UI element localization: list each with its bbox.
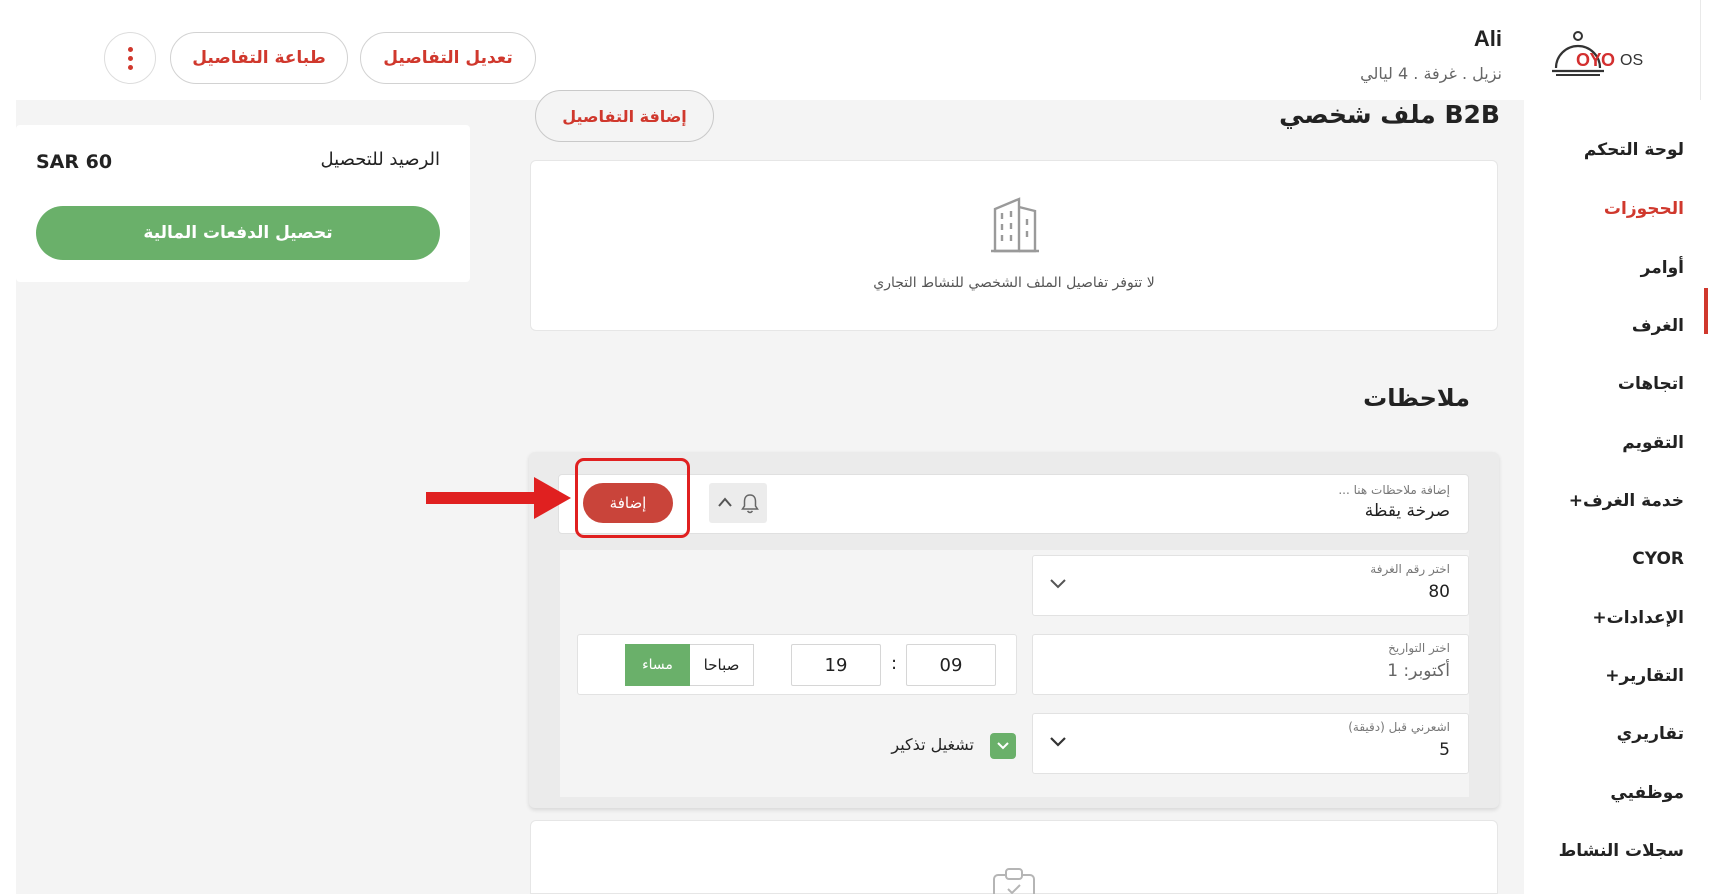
date-picker-value: أكتوبر: 1	[1387, 661, 1450, 681]
kebab-menu-icon	[127, 46, 133, 52]
notes-section-title: ملاحظات	[1363, 384, 1470, 412]
notify-before-value: 5	[1439, 740, 1450, 760]
time-picker: 09 : 19 صباحا مساء	[577, 634, 1017, 695]
sidebar-item-bookings[interactable]: الحجوزات	[1604, 199, 1684, 219]
b2b-profile-card: لا تتوفر تفاصيل الملف الشخصي للنشاط التج…	[530, 160, 1498, 331]
time-separator: :	[891, 653, 898, 674]
sidebar-item-calendar[interactable]: التقويم	[1622, 433, 1684, 453]
reminder-checkbox[interactable]	[990, 733, 1016, 759]
am-toggle-button[interactable]: صباحا	[689, 644, 754, 686]
oyo-os-logo[interactable]: OYO OS	[1548, 30, 1648, 86]
balance-label: الرصيد للتحصيل	[320, 149, 440, 170]
balance-amount: SAR 60	[36, 151, 113, 173]
print-details-button[interactable]: طباعة التفاصيل	[170, 32, 348, 84]
pm-toggle-button[interactable]: مساء	[625, 644, 690, 686]
stay-summary: نزيل . غرفة . 4 ليالي	[1360, 64, 1502, 83]
balance-card: الرصيد للتحصيل SAR 60 تحصيل الدفعات الما…	[16, 125, 470, 282]
notify-before-label: اشعرني قبل (دقيقة)	[1348, 720, 1450, 734]
sidebar-item-rooms[interactable]: الغرف	[1632, 316, 1684, 336]
pointer-arrow-icon	[426, 477, 571, 519]
more-options-button[interactable]	[104, 32, 156, 84]
room-select-label: اختر رقم الغرفة	[1370, 562, 1450, 576]
logo-suffix: OS	[1620, 52, 1644, 69]
sidebar-item-activity-logs[interactable]: سجلات النشاط	[1559, 841, 1684, 861]
chevron-down-icon	[1050, 737, 1066, 747]
active-indicator	[1704, 288, 1708, 334]
building-icon	[991, 197, 1039, 253]
reminder-checkbox-label[interactable]: تشغيل تذكير	[891, 735, 974, 754]
b2b-empty-message: لا تتوفر تفاصيل الملف الشخصي للنشاط التج…	[873, 275, 1155, 291]
bell-icon	[741, 494, 759, 514]
hour-field[interactable]: 09	[906, 644, 996, 686]
sidebar-item-reports[interactable]: التقارير+	[1605, 666, 1684, 686]
minute-field[interactable]: 19	[791, 644, 881, 686]
chevron-up-icon	[718, 497, 732, 507]
logo-text: OYO	[1576, 50, 1615, 70]
clipboard-icon	[993, 868, 1035, 894]
sidebar-item-dashboard[interactable]: لوحة التحكم	[1584, 140, 1684, 160]
sidebar-nav: لوحة التحكم الحجوزات أوامر الغرف اتجاهات…	[1524, 100, 1708, 894]
app-header: OYO OS Ali نزيل . غرفة . 4 ليالي تعديل ا…	[0, 0, 1700, 100]
reminder-toggle-button[interactable]	[709, 483, 767, 523]
add-details-button[interactable]: إضافة التفاصيل	[535, 90, 714, 142]
date-picker-label: اختر التواريخ	[1388, 641, 1450, 655]
collect-payments-button[interactable]: تحصيل الدفعات المالية	[36, 206, 440, 260]
room-select-value: 80	[1428, 582, 1450, 602]
sidebar-item-cyor[interactable]: CYOR	[1632, 549, 1684, 569]
edit-details-button[interactable]: تعديل التفاصيل	[360, 32, 536, 84]
sidebar-item-orders[interactable]: أوامر	[1641, 258, 1684, 278]
b2b-section-title: B2B ملف شخصي	[1279, 100, 1500, 129]
sidebar-item-my-staff[interactable]: موظفيي	[1610, 783, 1684, 803]
sidebar-item-settings[interactable]: الإعدادات+	[1592, 608, 1684, 628]
add-note-button[interactable]: إضافة	[583, 483, 673, 523]
chevron-down-icon	[1050, 579, 1066, 589]
guest-name: Ali	[1473, 26, 1502, 51]
sidebar-item-trends[interactable]: اتجاهات	[1618, 374, 1684, 394]
notify-before-select[interactable]: اشعرني قبل (دقيقة) 5	[1032, 713, 1469, 774]
room-number-select[interactable]: اختر رقم الغرفة 80	[1032, 555, 1469, 616]
checkmark-icon	[997, 742, 1009, 750]
sidebar-item-my-reports[interactable]: تقاريري	[1617, 724, 1684, 744]
note-input[interactable]: إضافة ملاحظات هنا ... صرخة يقظة	[558, 474, 1469, 534]
note-input-placeholder: إضافة ملاحظات هنا ...	[1338, 483, 1450, 497]
notes-list-card	[530, 820, 1498, 894]
note-input-value[interactable]: صرخة يقظة	[1365, 501, 1450, 521]
date-picker[interactable]: اختر التواريخ أكتوبر: 1	[1032, 634, 1469, 695]
sidebar-item-room-service[interactable]: خدمة الغرف+	[1569, 491, 1684, 511]
